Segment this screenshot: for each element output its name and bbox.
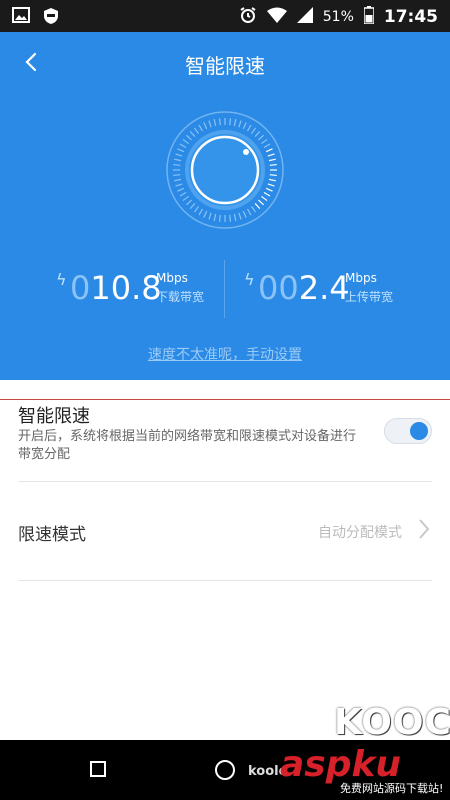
dial-tick xyxy=(229,214,232,222)
dial-tick xyxy=(179,143,187,149)
dial-tick xyxy=(189,130,196,137)
limit-mode-row[interactable]: 限速模式 自动分配模式 xyxy=(0,482,450,580)
dial-tick xyxy=(233,119,237,127)
dial-tick xyxy=(182,195,189,202)
dial-tick xyxy=(268,178,276,182)
dial-tick xyxy=(242,210,247,218)
dial-tick xyxy=(179,191,187,197)
dial-tick xyxy=(246,124,252,132)
shield-app-icon xyxy=(42,7,60,29)
aspku-watermark: aspku xyxy=(280,744,402,785)
dial-tick xyxy=(254,130,261,137)
dial-tick xyxy=(185,134,192,141)
download-prefix: 0 xyxy=(70,269,91,307)
upload-prefix: 00 xyxy=(258,269,299,307)
dial-tick xyxy=(177,187,185,192)
dial-tick xyxy=(198,124,204,132)
dial-tick xyxy=(218,118,221,126)
limit-mode-title: 限速模式 xyxy=(18,525,86,545)
dial-tick xyxy=(175,153,183,157)
dial-tick xyxy=(173,174,181,177)
dial-tick xyxy=(175,183,183,187)
dial-tick xyxy=(174,158,182,162)
speed-header: 智能限速 ϟ 010.8 Mbps 下载带宽 ϟ 002.4 Mbps 上传带宽… xyxy=(0,32,450,380)
limit-mode-value: 自动分配模式 xyxy=(318,525,402,541)
upload-value: 2.4 xyxy=(298,269,350,307)
page-title: 智能限速 xyxy=(185,54,265,78)
kooc-watermark: KOOC xyxy=(334,702,450,743)
dial-tick xyxy=(250,127,257,134)
dial-tick xyxy=(238,120,242,128)
dial-tick xyxy=(265,148,273,153)
dial-tick xyxy=(267,183,275,187)
speed-divider xyxy=(224,260,225,318)
dial-tick xyxy=(218,214,221,222)
bolt-icon: ϟ xyxy=(244,270,255,289)
dial-tick xyxy=(213,119,217,127)
status-bar: 51% 17:45 xyxy=(0,0,450,32)
dial-tick xyxy=(198,208,204,216)
divider xyxy=(18,580,432,581)
manual-setting-link[interactable]: 速度不太准呢，手动设置 xyxy=(0,344,450,364)
dial-tick xyxy=(269,163,277,166)
bolt-icon: ϟ xyxy=(56,270,67,289)
wifi-icon xyxy=(266,7,287,27)
dial-tick xyxy=(213,213,217,221)
dial-tick xyxy=(250,206,257,213)
upload-label: 上传带宽 xyxy=(345,290,394,304)
signal-icon xyxy=(296,7,313,27)
dial-tick xyxy=(261,138,268,145)
dial-tick xyxy=(261,195,268,202)
dial-tick xyxy=(246,208,252,216)
image-icon xyxy=(12,7,30,29)
download-value: 10.8 xyxy=(90,269,162,307)
toggle-knob xyxy=(410,422,428,440)
upload-unit: Mbps xyxy=(345,271,377,285)
dial-tick xyxy=(269,174,277,177)
recents-button[interactable] xyxy=(90,761,106,777)
chevron-right-icon xyxy=(419,519,430,539)
dial-tick xyxy=(208,212,212,220)
clock: 17:45 xyxy=(383,7,438,27)
dial-tick xyxy=(177,148,185,153)
dial-tick xyxy=(263,143,271,149)
download-unit: Mbps xyxy=(156,271,188,285)
alarm-icon xyxy=(239,6,257,28)
dial-tick xyxy=(203,122,208,130)
speed-dial-icon xyxy=(166,111,284,229)
home-button[interactable] xyxy=(215,760,235,780)
dial-tick xyxy=(258,134,265,141)
dial-tick xyxy=(189,203,196,210)
dial-tick xyxy=(268,158,276,162)
dial-tick xyxy=(242,122,247,130)
dial-tick xyxy=(182,138,189,145)
dial-tick xyxy=(193,127,200,134)
dial-tick xyxy=(238,212,242,220)
dial-tick xyxy=(258,199,265,206)
dial-tick xyxy=(233,213,237,221)
smart-limit-title: 智能限速 xyxy=(18,406,90,427)
dial-tick xyxy=(267,153,275,157)
battery-icon xyxy=(363,6,375,28)
dial-tick xyxy=(263,191,271,197)
smart-limit-description: 开启后，系统将根据当前的网络带宽和限速模式对设备进行带宽分配 xyxy=(18,429,357,462)
download-label: 下载带宽 xyxy=(156,290,205,304)
separator-line xyxy=(0,399,450,400)
dial-tick xyxy=(185,199,192,206)
dial-tick xyxy=(265,187,273,192)
smart-limit-toggle[interactable] xyxy=(384,418,432,444)
dial-tick xyxy=(254,203,261,210)
dial-tick xyxy=(203,210,208,218)
battery-percent: 51% xyxy=(322,9,354,25)
watermark-subtitle: 免费网站源码下载站! xyxy=(340,780,444,796)
dial-tick xyxy=(173,163,181,166)
dial-tick xyxy=(208,120,212,128)
dial-tick xyxy=(193,206,200,213)
dial-tick xyxy=(174,178,182,182)
dial-tick xyxy=(229,118,232,126)
